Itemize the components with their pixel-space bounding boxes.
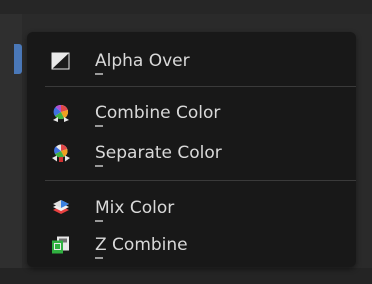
menu-separator: [45, 86, 356, 87]
menu-item-label: Separate Color: [95, 143, 222, 163]
mnemonic-underline: [95, 73, 103, 75]
menu-item-label: Combine Color: [95, 103, 221, 123]
menu-item-label: Z Combine: [95, 235, 188, 255]
background-bottom-panel: [0, 268, 372, 284]
menu-item-separate-color[interactable]: Separate Color: [27, 138, 356, 168]
menu-item-z-combine[interactable]: Z Combine: [27, 230, 356, 260]
menu-item-combine-color[interactable]: Combine Color: [27, 98, 356, 128]
menu-separator: [45, 180, 356, 181]
z-combine-icon: [52, 236, 69, 254]
mnemonic-underline: [95, 220, 103, 222]
separate-color-icon: [52, 144, 70, 162]
mnemonic-underline: [95, 165, 103, 167]
active-menu-tab-edge[interactable]: [14, 44, 22, 74]
add-color-node-menu: Alpha Over Combine Color Separate Color …: [27, 32, 356, 267]
background-top: [0, 0, 372, 14]
mnemonic-underline: [95, 125, 103, 127]
menu-item-alpha-over[interactable]: Alpha Over: [27, 46, 356, 76]
mnemonic-underline: [95, 257, 103, 259]
mix-color-icon: [53, 200, 69, 214]
menu-item-label: Alpha Over: [95, 51, 190, 71]
menu-item-label: Mix Color: [95, 198, 175, 218]
menu-item-mix-color[interactable]: Mix Color: [27, 193, 356, 223]
combine-color-icon: [53, 104, 69, 122]
alpha-over-icon: [51, 52, 70, 70]
